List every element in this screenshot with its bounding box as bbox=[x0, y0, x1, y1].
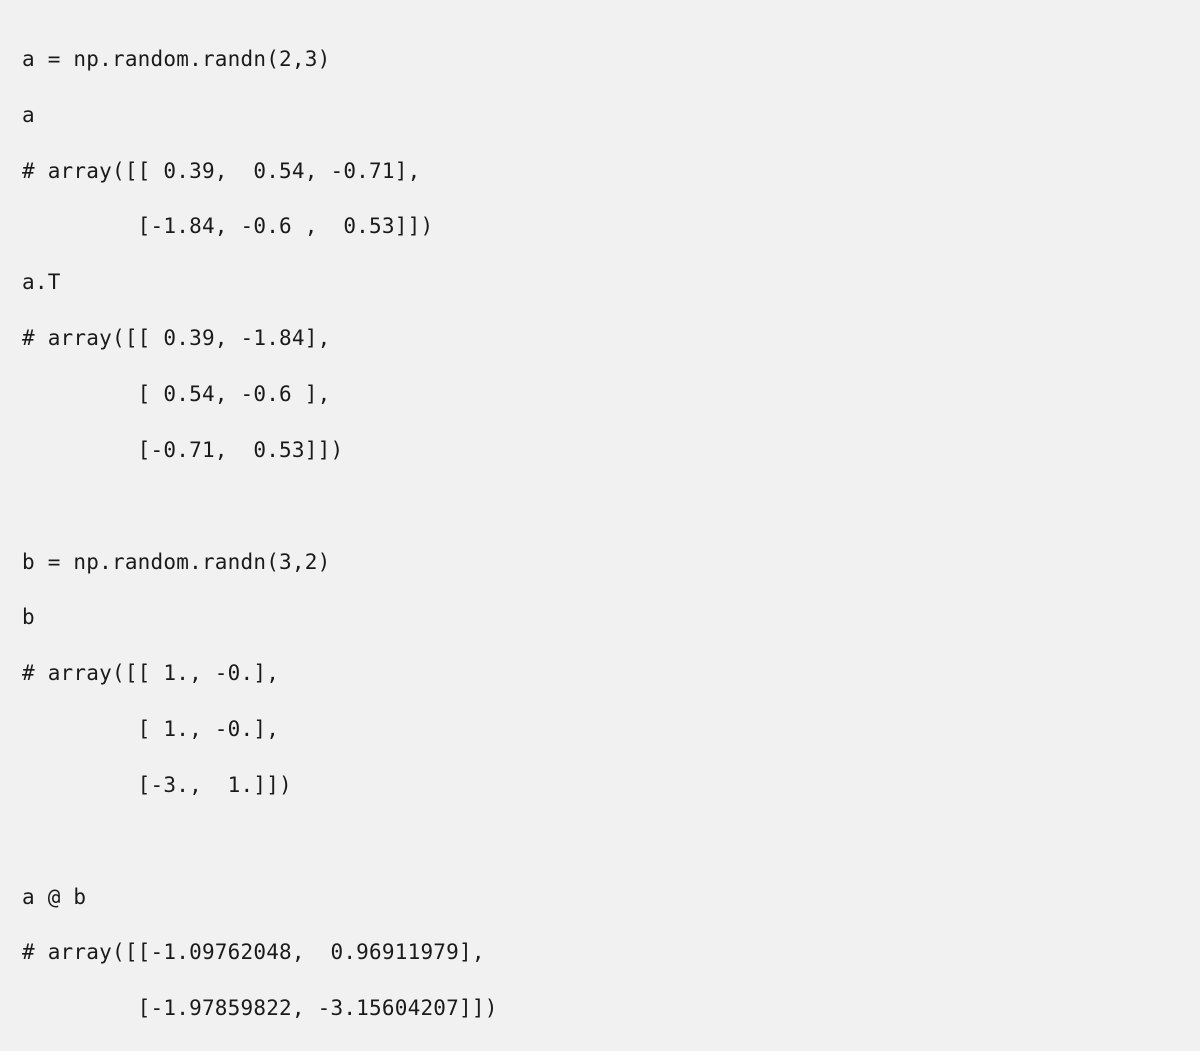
code-line: [-0.71, 0.53]]) bbox=[22, 437, 1184, 465]
code-line: [-1.97859822, -3.15604207]]) bbox=[22, 995, 1184, 1023]
code-line: a = np.random.randn(2,3) bbox=[22, 46, 1184, 74]
code-block: a = np.random.randn(2,3) a # array([[ 0.… bbox=[0, 0, 1200, 685]
code-line: a bbox=[22, 102, 1184, 130]
code-line: [-1.84, -0.6 , 0.53]]) bbox=[22, 213, 1184, 241]
code-line: [ 1., -0.], bbox=[22, 716, 1184, 744]
code-line: a.T bbox=[22, 269, 1184, 297]
code-line: [ 0.54, -0.6 ], bbox=[22, 381, 1184, 409]
code-line: [-3., 1.]]) bbox=[22, 772, 1184, 800]
code-line: b bbox=[22, 604, 1184, 632]
code-line: # array([[-1.09762048, 0.96911979], bbox=[22, 939, 1184, 967]
code-line: b = np.random.randn(3,2) bbox=[22, 549, 1184, 577]
code-line: a @ b bbox=[22, 884, 1184, 912]
code-line: # array([[ 1., -0.], bbox=[22, 660, 1184, 688]
code-line: # array([[ 0.39, 0.54, -0.71], bbox=[22, 158, 1184, 186]
code-line: # array([[ 0.39, -1.84], bbox=[22, 325, 1184, 353]
